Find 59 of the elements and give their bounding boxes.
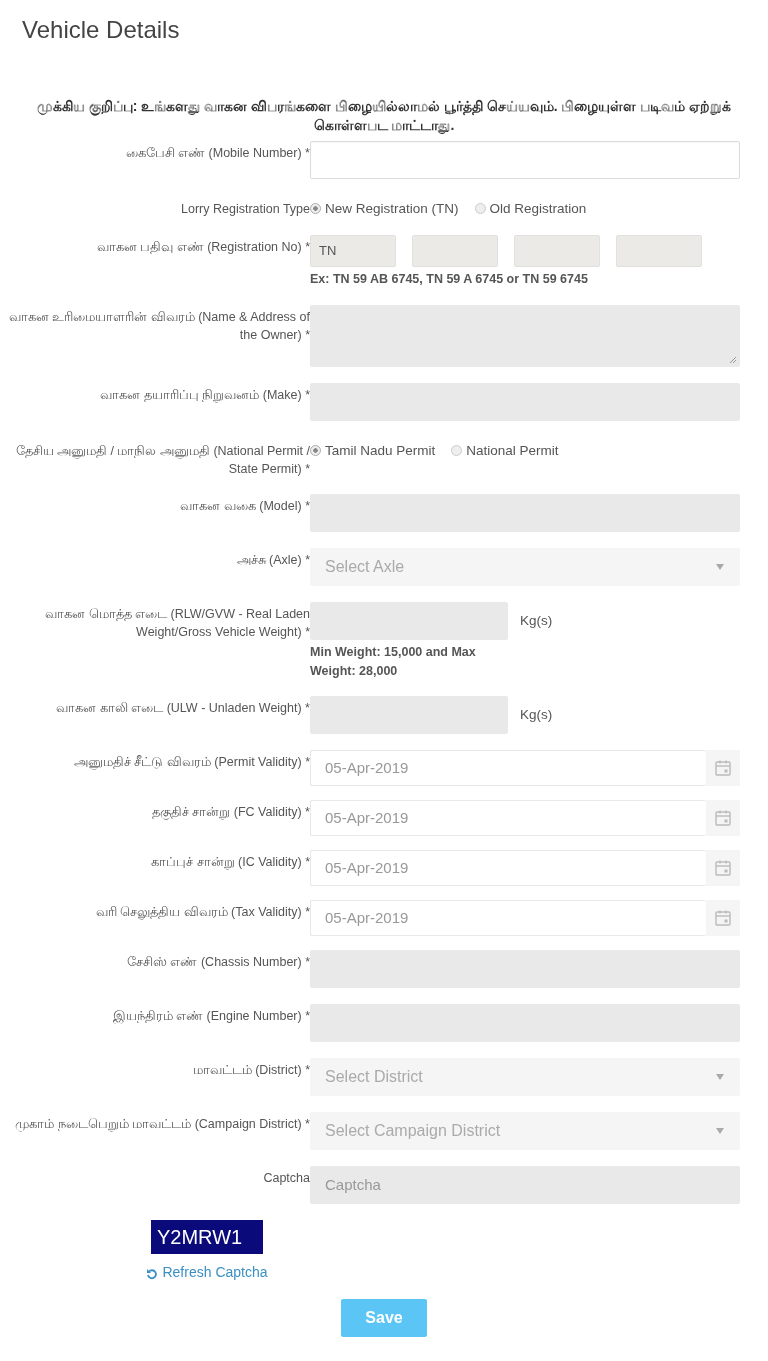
- dropdown[interactable]: Select Campaign District: [310, 1112, 740, 1151]
- input-field[interactable]: [412, 234, 498, 267]
- textarea-field[interactable]: [310, 304, 740, 367]
- unit-text: Kg(s): [520, 706, 553, 725]
- field-label: தேசிய அனுமதி / மாநில அனுமதி (National Permit / State Permit) *: [14, 442, 310, 478]
- field-label: சேசிஸ் எண் (Chassis Number) *: [126, 954, 310, 972]
- caret-icon: [715, 562, 725, 571]
- radio-button[interactable]: [310, 203, 321, 215]
- hint-text: Ex: TN 59 AB 6745, TN 59 A 6745 or TN 59 6745: [310, 270, 589, 288]
- field-label: வாகன பதிவு எண் (Registration No) *: [95, 238, 310, 256]
- input-field[interactable]: TN: [310, 234, 396, 267]
- field-label: வாகன மொத்த எடை (RLW/GVW - Real Laden Weight/Gross Vehicle Weight) *: [44, 605, 310, 641]
- field-label: Captcha: [262, 1170, 310, 1188]
- captcha-field[interactable]: Captcha: [310, 1166, 740, 1205]
- field-label: காப்புச் சான்று (IC Validity) *: [150, 854, 310, 872]
- field-label: கைபேசி எண் (Mobile Number) *: [124, 144, 310, 162]
- field-label: அச்சு (Axle) *: [235, 551, 310, 569]
- field-label: இயந்திரம் எண் (Engine Number) *: [111, 1008, 310, 1026]
- caret-icon: [715, 1073, 725, 1082]
- field-label: முகாம் நடைபெறும் மாவட்டம் (Campaign District) *: [14, 1116, 310, 1134]
- radio-label[interactable]: National Permit: [466, 440, 559, 461]
- field-label: வாகன காலி எடை (ULW - Unladen Weight) *: [55, 700, 310, 718]
- field-label: மாவட்டம் (District) *: [191, 1062, 310, 1080]
- field-label: தகுதிச் சான்று (FC Validity) *: [150, 804, 310, 822]
- field-label: வாகன தயாரிப்பு நிறுவனம் (Make) *: [99, 386, 310, 405]
- field-label: வாகன வகை (Model) *: [179, 497, 310, 515]
- calendar-icon[interactable]: [714, 809, 732, 828]
- save-button[interactable]: Save: [341, 1299, 427, 1338]
- notice-text: முக்கிய குறிப்பு: உங்களது வாகன விபரங்களை பிழையில்லாமல் பூர்த்தி செய்யவும். பிழையுள்ள படிவம் ஏற்றுக் கொள்ளபட மாட்டாது.: [35, 96, 733, 135]
- calendar-icon[interactable]: [714, 909, 732, 928]
- radio-label[interactable]: Tamil Nadu Permit: [325, 440, 436, 461]
- field-label: Lorry Registration Type: [180, 200, 310, 218]
- input-field[interactable]: [514, 234, 600, 267]
- radio-label[interactable]: Old Registration: [489, 198, 587, 219]
- unit-text: Kg(s): [520, 611, 553, 630]
- radio-button[interactable]: [474, 203, 486, 215]
- refresh-icon[interactable]: [146, 1267, 159, 1280]
- date-field[interactable]: 05-Apr-2019: [310, 750, 706, 787]
- field-label: வரி செலுத்திய விவரம் (Tax Validity) *: [94, 904, 310, 922]
- captcha-image: Y2MRW1: [151, 1220, 263, 1255]
- radio-button[interactable]: [451, 445, 463, 457]
- page-title: Vehicle Details: [22, 16, 181, 45]
- hint-text: Min Weight: 15,000 and Max Weight: 28,000: [310, 643, 477, 680]
- refresh-link[interactable]: Refresh Captcha: [146, 1262, 268, 1284]
- calendar-icon[interactable]: [714, 859, 732, 878]
- date-field[interactable]: 05-Apr-2019: [310, 900, 706, 937]
- resize-handle-icon[interactable]: [729, 355, 737, 364]
- field-label: அனுமதிச் சீட்டு விவரம் (Permit Validity) *: [72, 754, 310, 772]
- dropdown[interactable]: Select District: [310, 1058, 740, 1097]
- input-field[interactable]: [310, 140, 740, 179]
- input-field[interactable]: [616, 234, 702, 267]
- date-field[interactable]: 05-Apr-2019: [310, 800, 706, 837]
- calendar-icon[interactable]: [714, 759, 732, 778]
- date-field[interactable]: 05-Apr-2019: [310, 850, 706, 887]
- radio-label[interactable]: New Registration (TN): [325, 198, 459, 219]
- field-label: வாகன உரிமையாளரின் விவரம் (Name & Address of the Owner) *: [7, 308, 310, 344]
- radio-button[interactable]: [310, 445, 321, 457]
- caret-icon: [715, 1127, 725, 1136]
- dropdown[interactable]: Select Axle: [310, 547, 740, 586]
